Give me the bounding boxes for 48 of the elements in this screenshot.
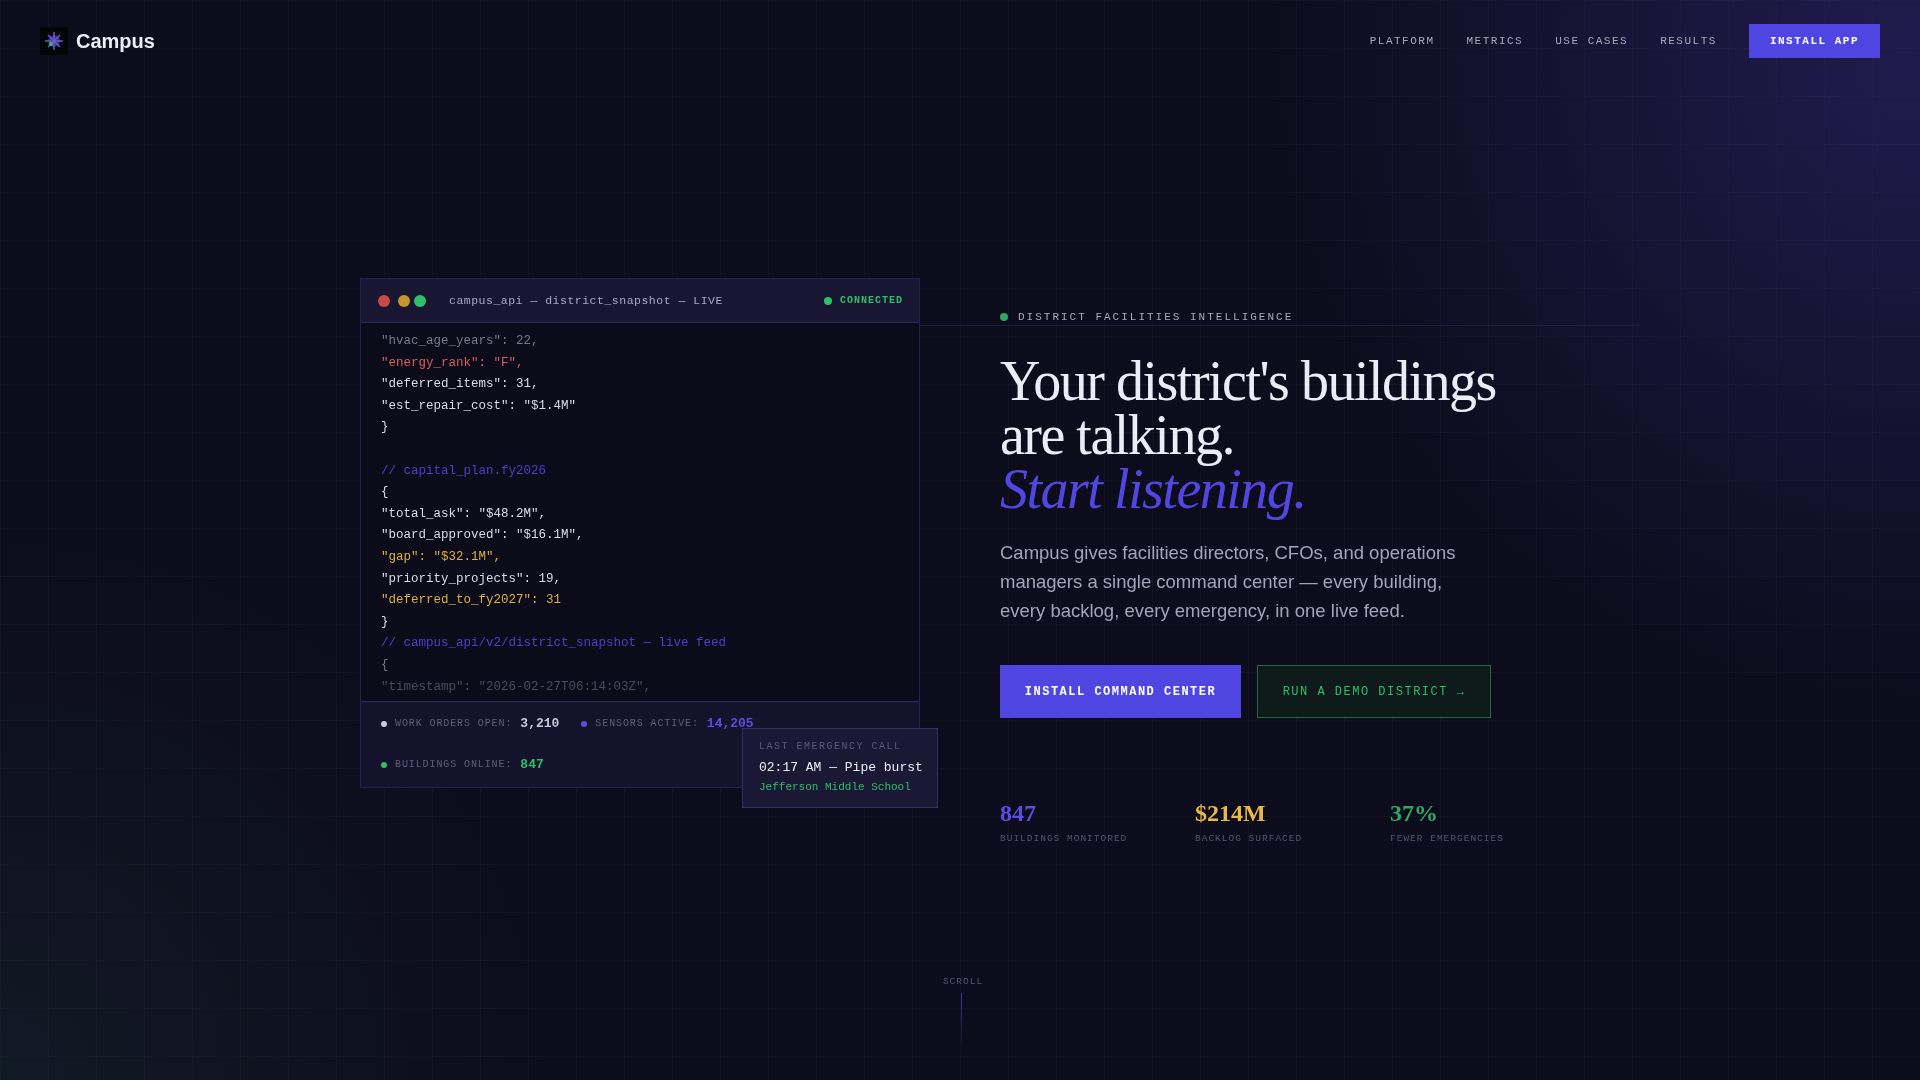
- code-line: // capital_plan.fy2026: [381, 462, 548, 480]
- code-line: "priority_projects": 19,: [381, 570, 563, 588]
- code-line: "deferred_items": 31,: [381, 376, 540, 394]
- nav-link[interactable]: METRICS: [1466, 35, 1524, 47]
- code-line: "est_repair_cost": "$1.4M": [381, 397, 578, 415]
- metric-value: 37%: [1390, 800, 1439, 827]
- code-line: "gap": "$32.1M",: [381, 548, 503, 566]
- metric-label: FEWER EMERGENCIES: [1390, 833, 1505, 844]
- code-line: {: [381, 484, 390, 502]
- code-line: "deferred_to_fy2027": 31: [381, 592, 563, 610]
- emergency-label: LAST EMERGENCY CALL: [759, 741, 903, 752]
- brand-name[interactable]: Campus: [76, 29, 155, 53]
- code-line: "total_ask": "$48.2M",: [381, 505, 548, 523]
- stat-label: SENSORS ACTIVE:: [595, 718, 699, 729]
- code-line: "board_approved": "$16.1M",: [381, 527, 585, 545]
- stat-value: 14,205: [706, 716, 754, 731]
- eyebrow-label: DISTRICT FACILITIES INTELLIGENCE: [1018, 311, 1294, 323]
- stat-value: 847: [520, 757, 544, 772]
- metric-value: $214M: [1195, 800, 1267, 827]
- code-line: // campus_api/v2/district_snapshot — live feed: [381, 635, 728, 653]
- hero-description: Campus gives facilities directors, CFOs, and operations managers a single command center — every building, every backlog, every emergency, in one live feed.: [1000, 541, 1457, 623]
- code-line: }: [381, 613, 390, 631]
- code-line: "hvac_age_years": 22,: [381, 333, 540, 350]
- install-app-button[interactable]: INSTALL APP: [1748, 24, 1880, 58]
- connection-status: CONNECTED: [840, 295, 903, 306]
- emergency-school: Jefferson Middle School: [759, 781, 912, 793]
- install-command-center-button[interactable]: INSTALL COMMAND CENTER: [1000, 665, 1241, 718]
- window-controls-icon: [377, 293, 427, 308]
- stat-label: WORK ORDERS OPEN:: [395, 718, 513, 729]
- stat-label: BUILDINGS ONLINE:: [395, 759, 513, 770]
- code-line: {: [381, 656, 390, 674]
- code-line: "timestamp": "2026-02-27T06:14:03Z",: [381, 678, 653, 696]
- nav-link[interactable]: USE CASES: [1555, 35, 1629, 47]
- code-line: "energy_rank": "F",: [381, 354, 525, 372]
- code-line: }: [381, 419, 390, 437]
- nav-link[interactable]: PLATFORM: [1369, 35, 1435, 47]
- stat-value: 3,210: [520, 716, 560, 731]
- metric-label: BACKLOG SURFACED: [1195, 833, 1304, 844]
- logo-icon: [40, 27, 68, 55]
- scroll-hint: SCROLL: [941, 976, 984, 987]
- console-title: campus_api — district_snapshot — LIVE: [449, 294, 724, 307]
- nav-link[interactable]: RESULTS: [1660, 35, 1717, 47]
- status-dot-icon: [1000, 313, 1008, 321]
- metric-value: 847: [1000, 800, 1037, 827]
- demo-district-button[interactable]: RUN A DEMO DISTRICT →: [1257, 665, 1491, 718]
- status-dot-icon: [824, 296, 832, 305]
- emergency-event: 02:17 AM — Pipe burst: [759, 760, 921, 775]
- metric-label: BUILDINGS MONITORED: [1000, 833, 1129, 844]
